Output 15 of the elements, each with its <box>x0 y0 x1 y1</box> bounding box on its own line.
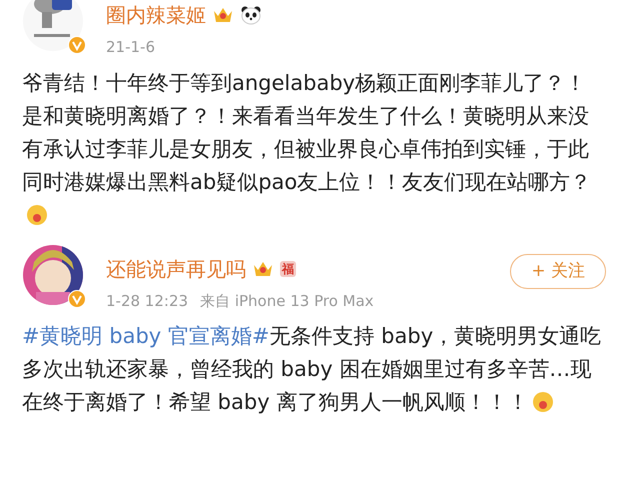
panda-icon <box>240 5 262 25</box>
verified-badge-icon <box>68 290 86 308</box>
emoji-icon <box>26 204 48 226</box>
post-text: #黄晓明 baby 官宣离婚#无条件支持 baby，黄晓明男女通吃多次出轨还家暴，曾经我的 baby 困在婚姻里过有多辛苦…现在终于离婚了！希望 baby 离了狗男人一帆风顺！！！ <box>21 323 602 416</box>
author-name[interactable]: 还能说声再见吗 <box>106 254 246 284</box>
post-time: 21-1-6 <box>106 37 155 58</box>
post-time: 1-28 12:23 <box>106 290 188 312</box>
emoji-icon <box>532 391 554 413</box>
follow-button[interactable]: + 关注 <box>510 254 606 289</box>
fu-badge: 福 <box>280 260 296 276</box>
post-source: 来自 iPhone 13 Pro Max <box>200 290 374 312</box>
hashtag-link[interactable]: #黄晓明 baby 官宣离婚# <box>22 324 270 348</box>
author-name[interactable]: 圈内辣菜姬 <box>106 0 206 30</box>
post-text: 爷青结！十年终于等到angelababy杨颖正面刚李菲儿了？！是和黄晓明离婚了？！来看看当年发生了什么！黄晓明从来没有承认过李菲儿是女朋友，但被业界良心卓伟拍到实锤，于此同时港媒爆出黑料ab疑似pao友上位！！友友们现在站哪方？ <box>0 66 624 232</box>
verified-badge-icon <box>68 36 86 54</box>
